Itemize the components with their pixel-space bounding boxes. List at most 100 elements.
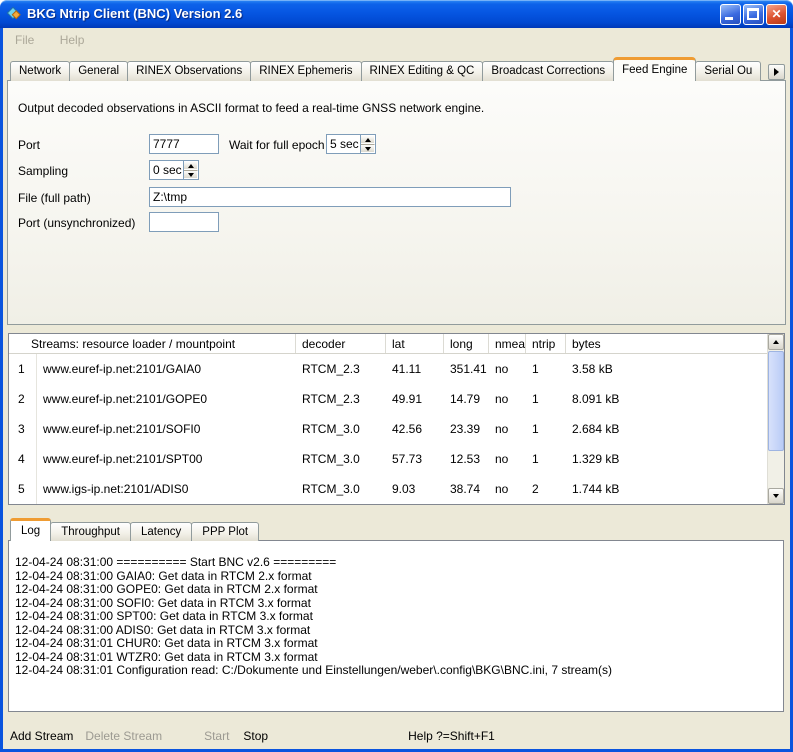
start-button[interactable]: Start [204, 729, 229, 743]
wait-epoch-spinbox[interactable]: 5 sec [326, 134, 376, 154]
cell-long: 14.79 [444, 392, 489, 406]
tab-throughput[interactable]: Throughput [50, 522, 131, 541]
spin-buttons [360, 135, 375, 153]
cell-bytes: 1.329 kB [566, 452, 767, 466]
titlebar[interactable]: BKG Ntrip Client (BNC) Version 2.6 ✕ [0, 0, 793, 28]
tab-rinex-observations[interactable]: RINEX Observations [127, 61, 251, 81]
log-line: 12-04-24 08:31:01 WTZR0: Get data in RTC… [15, 651, 777, 665]
window-title: BKG Ntrip Client (BNC) Version 2.6 [27, 6, 242, 21]
column-header-nmea[interactable]: nmea [489, 334, 526, 353]
cell-mountpoint: www.euref-ip.net:2101/GAIA0 [37, 362, 296, 376]
wait-epoch-value: 5 sec [327, 135, 360, 153]
scroll-down-button[interactable] [768, 488, 784, 504]
client-area: File Help Network General RINEX Observat… [3, 28, 790, 749]
log-line: 12-04-24 08:31:00 GOPE0: Get data in RTC… [15, 583, 777, 597]
tab-broadcast-corrections[interactable]: Broadcast Corrections [482, 61, 614, 81]
streams-table-header: Streams: resource loader / mountpoint de… [9, 334, 767, 354]
minimize-button[interactable] [720, 4, 741, 25]
panel-description: Output decoded observations in ASCII for… [18, 101, 484, 115]
cell-nmea: no [489, 452, 526, 466]
cell-mountpoint: www.igs-ip.net:2101/ADIS0 [37, 482, 296, 496]
maximize-button[interactable] [743, 4, 764, 25]
column-header-decoder[interactable]: decoder [296, 334, 386, 353]
tab-network[interactable]: Network [10, 61, 70, 81]
tab-scroll-right-button[interactable] [768, 64, 785, 80]
spin-down-button[interactable] [361, 144, 375, 153]
port-unsync-input[interactable] [149, 212, 219, 232]
stop-button[interactable]: Stop [243, 729, 268, 743]
feed-engine-panel: Output decoded observations in ASCII for… [7, 80, 786, 325]
cell-ntrip: 2 [526, 482, 566, 496]
top-tabbar: Network General RINEX Observations RINEX… [10, 57, 766, 81]
sampling-spinbox[interactable]: 0 sec [149, 160, 199, 180]
tab-rinex-editing-qc[interactable]: RINEX Editing & QC [361, 61, 484, 81]
delete-stream-button[interactable]: Delete Stream [85, 729, 162, 743]
spin-down-button[interactable] [184, 170, 198, 179]
menu-help[interactable]: Help [56, 31, 89, 49]
tab-feed-engine[interactable]: Feed Engine [613, 57, 696, 81]
help-shortcut-label: Help ?=Shift+F1 [408, 729, 495, 743]
close-button[interactable]: ✕ [766, 4, 787, 25]
arrow-down-icon [773, 494, 779, 498]
cell-decoder: RTCM_2.3 [296, 362, 386, 376]
tab-log[interactable]: Log [10, 518, 51, 541]
cell-decoder: RTCM_3.0 [296, 452, 386, 466]
cell-nmea: no [489, 392, 526, 406]
cell-ntrip: 1 [526, 392, 566, 406]
add-stream-button[interactable]: Add Stream [10, 729, 73, 743]
sampling-value: 0 sec [150, 161, 183, 179]
row-number: 5 [9, 474, 37, 504]
table-row[interactable]: 4 www.euref-ip.net:2101/SPT00 RTCM_3.0 5… [9, 444, 767, 474]
menu-file[interactable]: File [11, 31, 38, 49]
arrow-up-icon [773, 340, 779, 344]
bottom-tabbar: Log Throughput Latency PPP Plot [10, 518, 410, 541]
spin-up-button[interactable] [184, 161, 198, 170]
scrollbar-thumb[interactable] [768, 351, 784, 451]
cell-bytes: 1.744 kB [566, 482, 767, 496]
tab-ppp-plot[interactable]: PPP Plot [191, 522, 259, 541]
vertical-scrollbar[interactable] [767, 334, 784, 504]
spin-up-button[interactable] [361, 135, 375, 144]
cell-lat: 41.11 [386, 362, 444, 376]
table-row[interactable]: 5 www.igs-ip.net:2101/ADIS0 RTCM_3.0 9.0… [9, 474, 767, 504]
cell-mountpoint: www.euref-ip.net:2101/SOFI0 [37, 422, 296, 436]
arrow-right-icon [774, 68, 779, 76]
log-line: 12-04-24 08:31:01 CHUR0: Get data in RTC… [15, 637, 777, 651]
cell-lat: 9.03 [386, 482, 444, 496]
column-header-streams[interactable]: Streams: resource loader / mountpoint [9, 334, 296, 353]
log-line: 12-04-24 08:31:00 SOFI0: Get data in RTC… [15, 597, 777, 611]
cell-ntrip: 1 [526, 452, 566, 466]
cell-lat: 49.91 [386, 392, 444, 406]
cell-lat: 57.73 [386, 452, 444, 466]
table-row[interactable]: 1 www.euref-ip.net:2101/GAIA0 RTCM_2.3 4… [9, 354, 767, 384]
cell-bytes: 3.58 kB [566, 362, 767, 376]
cell-ntrip: 1 [526, 362, 566, 376]
port-input[interactable] [149, 134, 219, 154]
tab-general[interactable]: General [69, 61, 128, 81]
column-header-bytes[interactable]: bytes [566, 334, 767, 353]
tab-rinex-ephemeris[interactable]: RINEX Ephemeris [250, 61, 361, 81]
cell-decoder: RTCM_3.0 [296, 482, 386, 496]
column-header-ntrip[interactable]: ntrip [526, 334, 566, 353]
cell-long: 38.74 [444, 482, 489, 496]
table-row[interactable]: 2 www.euref-ip.net:2101/GOPE0 RTCM_2.3 4… [9, 384, 767, 414]
cell-mountpoint: www.euref-ip.net:2101/GOPE0 [37, 392, 296, 406]
cell-nmea: no [489, 362, 526, 376]
file-path-input[interactable] [149, 187, 511, 207]
log-line: 12-04-24 08:31:00 GAIA0: Get data in RTC… [15, 570, 777, 584]
arrow-down-icon [188, 173, 194, 177]
cell-lat: 42.56 [386, 422, 444, 436]
column-header-lat[interactable]: lat [386, 334, 444, 353]
table-row[interactable]: 3 www.euref-ip.net:2101/SOFI0 RTCM_3.0 4… [9, 414, 767, 444]
cell-long: 23.39 [444, 422, 489, 436]
tab-latency[interactable]: Latency [130, 522, 192, 541]
scroll-up-button[interactable] [768, 334, 784, 350]
arrow-down-icon [365, 147, 371, 151]
cell-nmea: no [489, 482, 526, 496]
log-panel: 12-04-24 08:31:00 ========== Start BNC v… [8, 540, 784, 712]
tab-serial-output[interactable]: Serial Ou [695, 61, 761, 81]
row-number: 1 [9, 354, 37, 384]
column-header-long[interactable]: long [444, 334, 489, 353]
port-unsync-label: Port (unsynchronized) [18, 216, 135, 230]
cell-decoder: RTCM_2.3 [296, 392, 386, 406]
